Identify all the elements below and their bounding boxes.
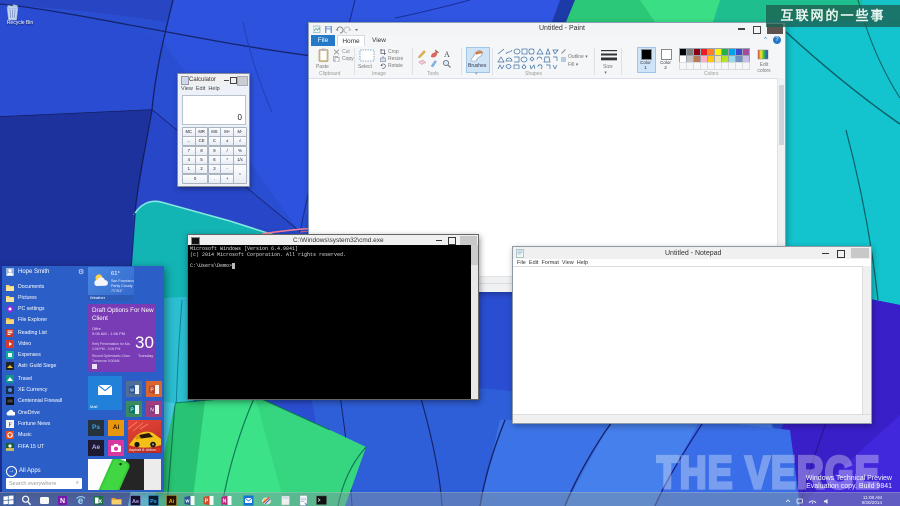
svg-text:Ai: Ai	[169, 499, 175, 505]
svg-text:A: A	[444, 50, 450, 59]
svg-text:x: x	[98, 498, 102, 505]
svg-text:w: w	[184, 499, 189, 505]
svg-text:w: w	[130, 387, 134, 393]
svg-text:N: N	[60, 498, 65, 505]
svg-text:Ae: Ae	[132, 499, 139, 505]
svg-text:N: N	[223, 499, 227, 505]
svg-text:Ps: Ps	[150, 499, 157, 505]
svg-text:N: N	[150, 407, 154, 413]
